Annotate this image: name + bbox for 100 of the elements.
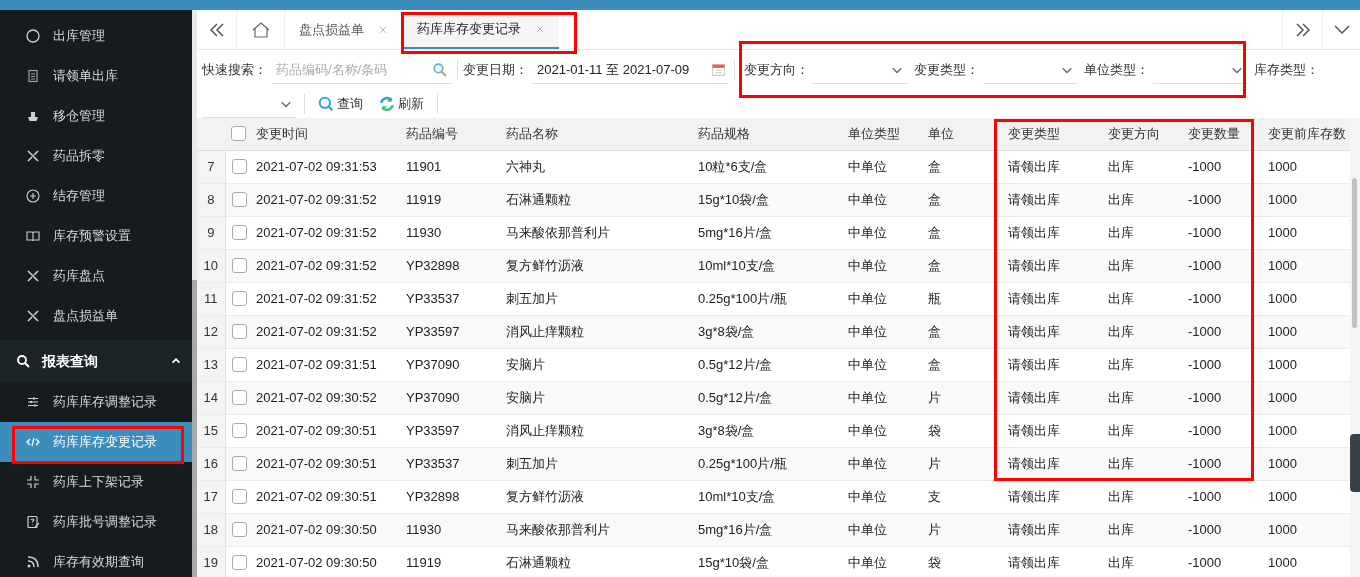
book-icon	[26, 229, 40, 243]
column-header[interactable]: 单位	[928, 126, 954, 141]
checkbox[interactable]	[231, 258, 247, 273]
calendar-icon	[711, 62, 726, 77]
table-cell: 1000	[1268, 323, 1297, 339]
table-cell: 出库	[1108, 323, 1134, 339]
checkbox[interactable]	[231, 555, 247, 570]
checkbox[interactable]	[231, 324, 247, 339]
column-header[interactable]: 变更前库存数	[1268, 126, 1346, 141]
column-header[interactable]: 单位类型	[848, 126, 900, 141]
plus-circle-icon	[26, 189, 40, 203]
sidebar-item[interactable]: 库存有效期查询	[0, 542, 192, 577]
table-cell: 2021-07-02 09:31:52	[256, 224, 377, 240]
column-header[interactable]: 变更数量	[1188, 126, 1240, 141]
table-cell: 出库	[1108, 191, 1134, 207]
checkbox[interactable]	[231, 126, 246, 142]
table-cell: -1000	[1188, 290, 1222, 306]
table-cell: 请领出库	[1008, 422, 1060, 438]
date-range-field[interactable]: 2021-01-11 至 2021-07-09	[533, 56, 729, 84]
sidebar-item[interactable]: 出库管理	[0, 16, 192, 56]
table-cell: -1000	[1188, 389, 1222, 405]
table-cell: 盒	[928, 191, 941, 207]
checkbox[interactable]	[231, 192, 247, 207]
sidebar-item[interactable]: 请领单出库	[0, 56, 192, 96]
field-label: 快速搜索：	[202, 61, 267, 80]
table-cell: 盒	[928, 224, 941, 240]
column-header[interactable]: 变更时间	[256, 126, 308, 141]
row-number: 11	[204, 290, 218, 306]
checkbox[interactable]	[231, 456, 247, 471]
checkbox[interactable]	[231, 522, 247, 537]
checkbox[interactable]	[231, 390, 247, 405]
checkbox[interactable]	[231, 423, 247, 438]
table-cell: 请领出库	[1008, 488, 1060, 504]
checkbox[interactable]	[231, 357, 247, 372]
scrollbar-thumb[interactable]	[192, 280, 197, 577]
toolbar-button[interactable]: 刷新	[371, 92, 432, 116]
table-cell: 15g*10袋/盒	[698, 554, 769, 570]
table-cell: 出库	[1108, 356, 1134, 372]
row-number: 13	[203, 356, 218, 372]
table-cell: 请领出库	[1008, 257, 1060, 273]
table-cell: 2021-07-02 09:30:51	[256, 455, 377, 471]
table-cell: 10粒*6支/盒	[698, 158, 768, 174]
table-cell: 2021-07-02 09:31:52	[256, 323, 377, 339]
table-cell: 2021-07-02 09:31:52	[256, 191, 377, 207]
column-header[interactable]: 变更方向	[1108, 126, 1160, 141]
checkbox[interactable]	[231, 291, 247, 306]
table-cell: 中单位	[848, 191, 887, 207]
sidebar-item[interactable]: 药品拆零	[0, 136, 192, 176]
sidebar-item[interactable]: 药库盘点	[0, 256, 192, 296]
table-cell: 0.5g*12片/盒	[698, 389, 773, 405]
checkbox[interactable]	[231, 489, 247, 504]
double-chevron-right-icon	[1294, 22, 1311, 37]
table-cell: 2021-07-02 09:30:52	[256, 389, 377, 405]
sidebar-item[interactable]: 盘点损益单	[0, 296, 192, 336]
table-cell: 复方鲜竹沥液	[506, 257, 584, 273]
table-cell: 片	[928, 455, 941, 471]
sidebar-item[interactable]: 移仓管理	[0, 96, 192, 136]
toolbar-button[interactable]: 查询	[310, 92, 371, 116]
table-cell: 2021-07-02 09:30:50	[256, 554, 377, 570]
search-icon[interactable]	[432, 62, 447, 77]
table-cell: 0.25g*100片/瓶	[698, 455, 787, 471]
table-cell: 1000	[1268, 488, 1297, 504]
table-cell: YP33537	[406, 455, 460, 471]
table-cell: 2021-07-02 09:31:51	[256, 356, 377, 372]
sidebar-item[interactable]: 结存管理	[0, 176, 192, 216]
sidebar-item[interactable]: 药库上下架记录	[0, 462, 192, 502]
column-header[interactable]: 药品规格	[698, 126, 750, 141]
table-cell: 出库	[1108, 521, 1134, 537]
field-label: 变更类型：	[914, 61, 979, 80]
table-cell: 1000	[1268, 554, 1297, 570]
table-cell: 中单位	[848, 356, 887, 372]
table-cell: -1000	[1188, 488, 1222, 504]
scrollbar-thumb[interactable]	[1352, 178, 1357, 328]
table-cell: 中单位	[848, 422, 887, 438]
row-number: 19	[203, 554, 218, 570]
table-cell: 中单位	[848, 389, 887, 405]
table-cell: 片	[928, 521, 941, 537]
close-icon[interactable]	[535, 23, 545, 34]
table-cell: YP37090	[406, 389, 460, 405]
checkbox[interactable]	[231, 225, 247, 240]
sidebar-section[interactable]: 报表查询	[0, 340, 192, 382]
field-label: 库存类型：	[1254, 61, 1319, 80]
checkbox[interactable]	[231, 159, 247, 174]
close-icon[interactable]	[378, 24, 388, 35]
search-field[interactable]: 药品编码/名称/条码	[272, 56, 452, 84]
column-header[interactable]: 药品编号	[406, 126, 458, 141]
table-cell: 出库	[1108, 158, 1134, 174]
column-header[interactable]: 药品名称	[506, 126, 558, 141]
table-cell: 中单位	[848, 224, 887, 240]
sidebar-item[interactable]: 药库批号调整记录	[0, 502, 192, 542]
table-cell: 马来酸依那普利片	[506, 521, 610, 537]
edit-doc-icon	[26, 515, 40, 529]
sidebar-item[interactable]: 药库库存调整记录	[0, 382, 192, 422]
side-handle[interactable]	[1350, 434, 1360, 492]
table-cell: 请领出库	[1008, 224, 1060, 240]
column-header[interactable]: 变更类型	[1008, 126, 1060, 141]
table-cell: 袋	[928, 422, 941, 438]
table-cell: YP33597	[406, 422, 460, 438]
table-cell: 刺五加片	[506, 290, 558, 306]
sidebar-item[interactable]: 库存预警设置	[0, 216, 192, 256]
